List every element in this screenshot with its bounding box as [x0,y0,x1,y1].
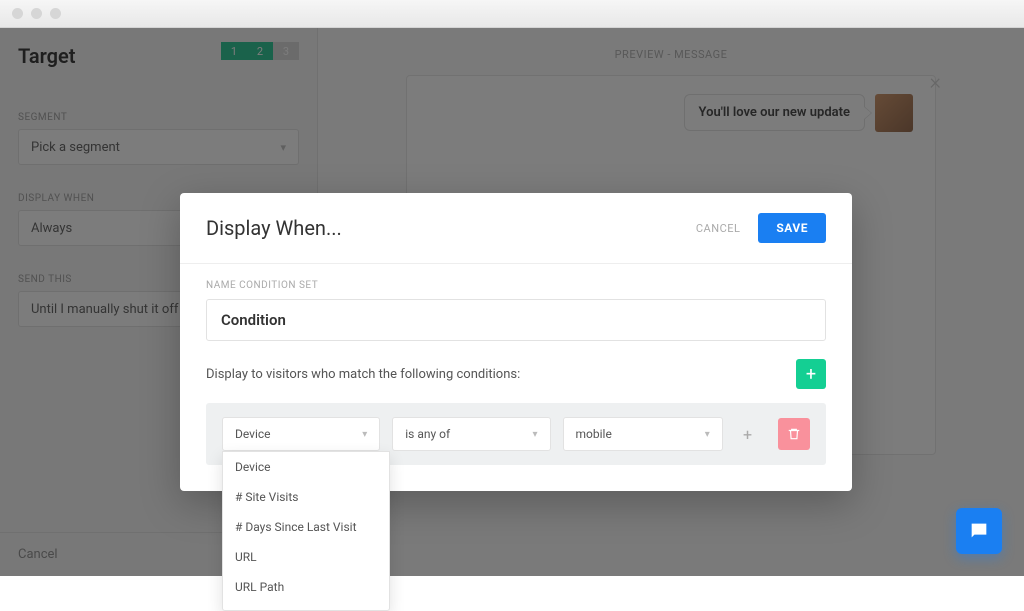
attribute-value: Device [235,427,271,441]
attribute-option[interactable]: Device [223,452,389,482]
attribute-option[interactable]: URL Host [223,602,389,611]
attribute-option[interactable]: # Site Visits [223,482,389,512]
cancel-button[interactable]: CANCEL [696,222,741,235]
modal-title: Display When... [206,216,342,240]
window-close-dot[interactable] [12,8,23,19]
attribute-option[interactable]: # Days Since Last Visit [223,512,389,542]
attribute-option[interactable]: URL [223,542,389,572]
attribute-select[interactable]: Device ▾ Device# Site Visits# Days Since… [222,417,380,451]
plus-icon: + [806,364,816,385]
value-select[interactable]: mobile ▾ [563,417,723,451]
conditions-subhead: Display to visitors who match the follow… [206,367,520,382]
trash-icon [787,427,801,441]
chevron-down-icon: ▾ [523,429,538,440]
display-when-modal: Display When... CANCEL SAVE NAME CONDITI… [180,193,852,491]
condition-value: mobile [576,427,612,441]
window-titlebar [0,0,1024,28]
delete-condition-button[interactable] [778,418,810,450]
window-minimize-dot[interactable] [31,8,42,19]
chevron-down-icon: ▾ [352,429,367,440]
add-condition-button[interactable]: + [796,359,826,389]
condition-name-input[interactable] [206,299,826,341]
chevron-down-icon: ▾ [695,429,710,440]
window-zoom-dot[interactable] [50,8,61,19]
add-value-button[interactable]: + [735,421,761,447]
attribute-dropdown-menu: Device# Site Visits# Days Since Last Vis… [222,451,390,611]
chat-fab[interactable] [956,508,1002,554]
attribute-option[interactable]: URL Path [223,572,389,602]
operator-select[interactable]: is any of ▾ [392,417,550,451]
condition-row: Device ▾ Device# Site Visits# Days Since… [206,403,826,465]
chat-icon [968,520,990,542]
save-button[interactable]: SAVE [758,213,826,243]
operator-value: is any of [405,427,450,441]
name-condition-label: NAME CONDITION SET [206,280,826,291]
